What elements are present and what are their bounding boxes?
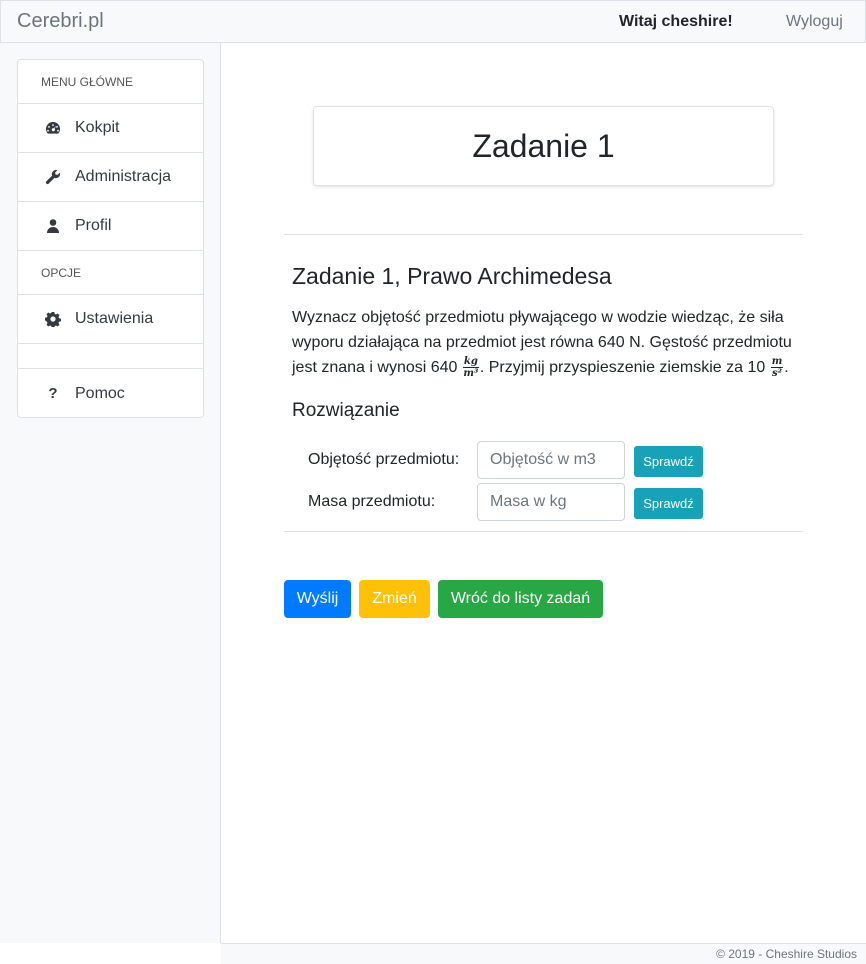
- sidebar-heading-options: OPCJE: [18, 251, 203, 295]
- sidebar-menu: MENU GŁÓWNE Kokpit Administracja Profil …: [17, 59, 204, 418]
- dashboard-icon: [44, 119, 62, 137]
- footer: © 2019 - Cheshire Studios: [221, 943, 866, 964]
- sidebar-item-kokpit[interactable]: Kokpit: [18, 104, 203, 153]
- divider-bottom: [284, 531, 803, 532]
- sidebar-item-profil[interactable]: Profil: [18, 202, 203, 251]
- task-title-card: Zadanie 1: [313, 106, 774, 186]
- mass-input[interactable]: [477, 483, 625, 521]
- accel-unit-denominator: s²: [771, 368, 782, 380]
- check-volume-button[interactable]: Sprawdź: [634, 446, 703, 477]
- accel-unit-numerator: m: [770, 356, 784, 369]
- logout-link[interactable]: Wyloguj: [786, 13, 843, 31]
- sidebar-heading-main-label: MENU GŁÓWNE: [41, 74, 134, 89]
- density-unit-fraction: kg m³: [462, 356, 479, 380]
- sidebar-item-administracja[interactable]: Administracja: [18, 153, 203, 202]
- brand-logo[interactable]: Cerebri.pl: [17, 10, 104, 33]
- mass-label: Masa przedmiotu:: [308, 493, 436, 510]
- task-text-part3: .: [784, 359, 789, 376]
- page-title: Zadanie 1: [472, 127, 615, 164]
- gear-icon: [44, 310, 62, 328]
- solution-heading: Rozwiązanie: [292, 400, 400, 421]
- sidebar-item-label: Pomoc: [75, 384, 125, 402]
- sidebar: MENU GŁÓWNE Kokpit Administracja Profil …: [0, 43, 221, 943]
- change-button[interactable]: Zmień: [359, 580, 430, 618]
- accel-unit-fraction: m s²: [770, 356, 784, 380]
- density-unit-numerator: kg: [462, 356, 479, 369]
- question-glyph: ?: [48, 385, 58, 402]
- wrench-icon: [44, 168, 62, 186]
- sidebar-item-pomoc[interactable]: ? Pomoc: [18, 369, 203, 418]
- check-mass-button[interactable]: Sprawdź: [634, 488, 703, 519]
- density-unit-denominator: m³: [463, 368, 479, 380]
- top-navbar: Cerebri.pl Witaj cheshire! Wyloguj: [0, 0, 866, 43]
- footer-text: © 2019 - Cheshire Studios: [716, 947, 857, 961]
- sidebar-spacer: [18, 344, 203, 369]
- volume-label: Objętość przedmiotu:: [308, 451, 460, 468]
- sidebar-item-label: Kokpit: [75, 119, 120, 136]
- sidebar-item-label: Ustawienia: [75, 310, 154, 327]
- sidebar-heading-options-label: OPCJE: [41, 265, 82, 280]
- back-to-list-button[interactable]: Wróć do listy zadań: [438, 580, 603, 618]
- sidebar-item-ustawienia[interactable]: Ustawienia: [18, 295, 203, 344]
- task-description: Wyznacz objętość przedmiotu pływającego …: [292, 305, 797, 380]
- task-heading: Zadanie 1, Prawo Archimedesa: [292, 263, 612, 289]
- question-icon: ?: [44, 385, 62, 403]
- send-button[interactable]: Wyślij: [284, 580, 351, 618]
- task-text-part2: . Przyjmij przyspieszenie ziemskie za 10: [479, 359, 766, 376]
- sidebar-heading-main: MENU GŁÓWNE: [18, 60, 203, 104]
- user-icon: [44, 217, 62, 235]
- sidebar-item-label: Administracja: [75, 168, 172, 185]
- volume-input[interactable]: [477, 441, 625, 479]
- welcome-text: Witaj cheshire!: [619, 13, 733, 30]
- divider-top: [284, 234, 803, 235]
- sidebar-item-label: Profil: [75, 217, 112, 234]
